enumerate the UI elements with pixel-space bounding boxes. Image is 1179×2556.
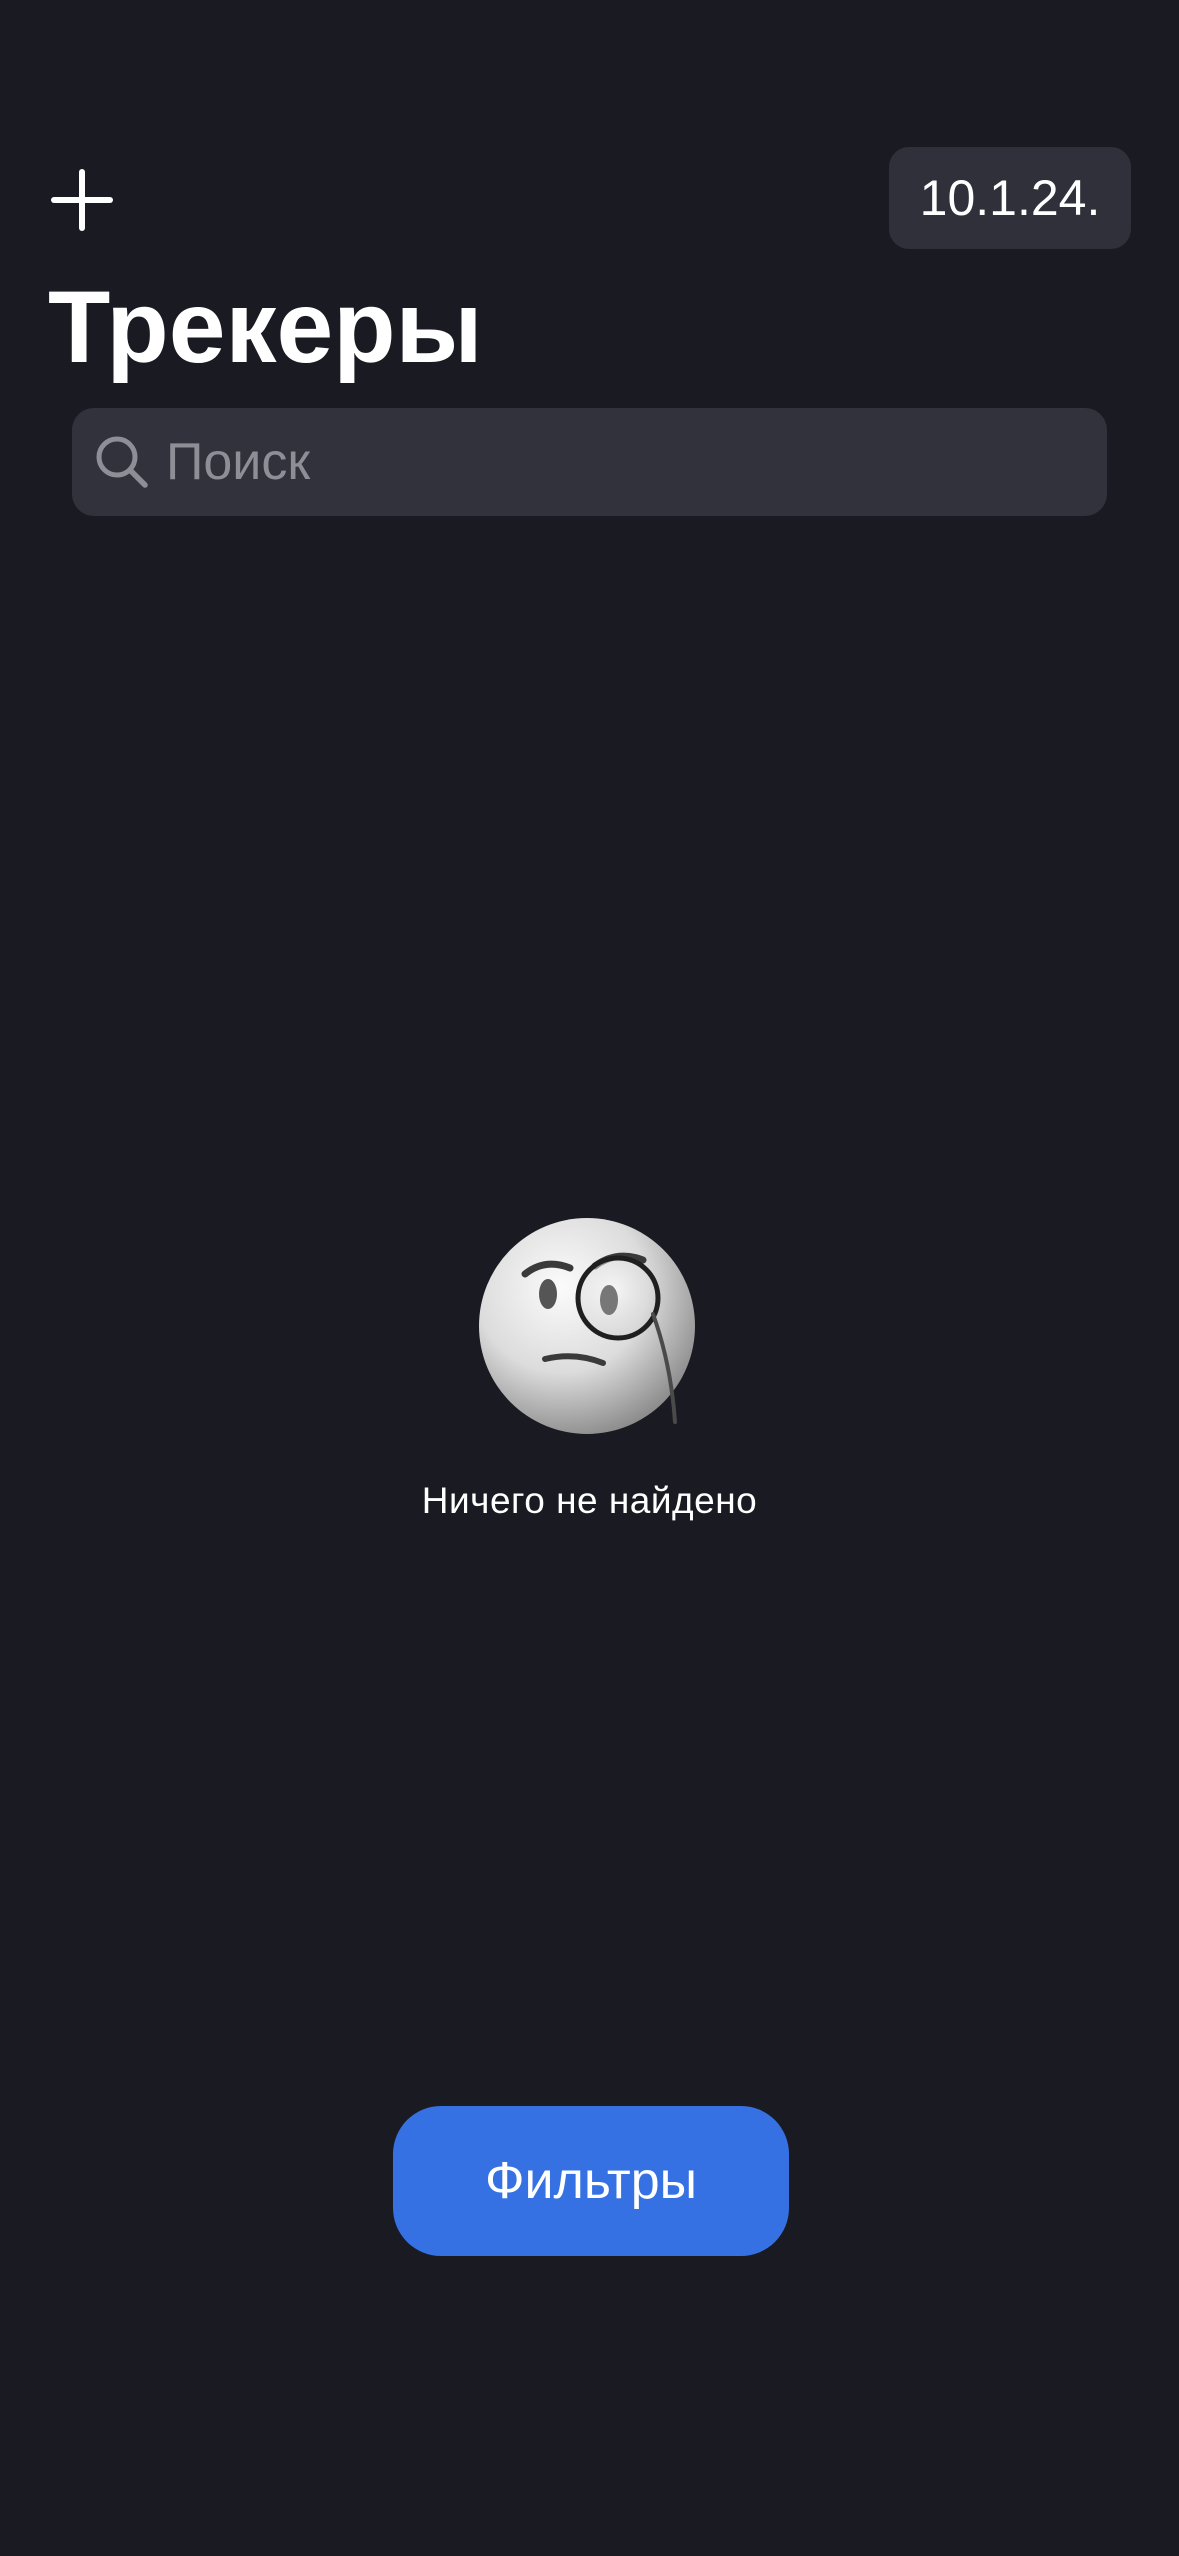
face-with-monocle-icon — [478, 1218, 695, 1434]
magnifier-icon — [96, 436, 148, 488]
empty-state-text: Ничего не найдено — [421, 1480, 758, 1521]
page-title: Трекеры — [48, 270, 483, 384]
empty-state: Ничего не найдено — [0, 1214, 1179, 1522]
filters-button-label: Фильтры — [484, 2152, 698, 2210]
search-field[interactable] — [72, 408, 1107, 516]
plus-icon — [51, 169, 113, 231]
search-input[interactable] — [166, 432, 1066, 492]
filters-button[interactable]: Фильтры — [393, 2106, 789, 2256]
date-label: 10.1.24. — [919, 170, 1101, 226]
date-picker-button[interactable]: 10.1.24. — [889, 147, 1131, 249]
add-tracker-button[interactable] — [50, 168, 114, 232]
